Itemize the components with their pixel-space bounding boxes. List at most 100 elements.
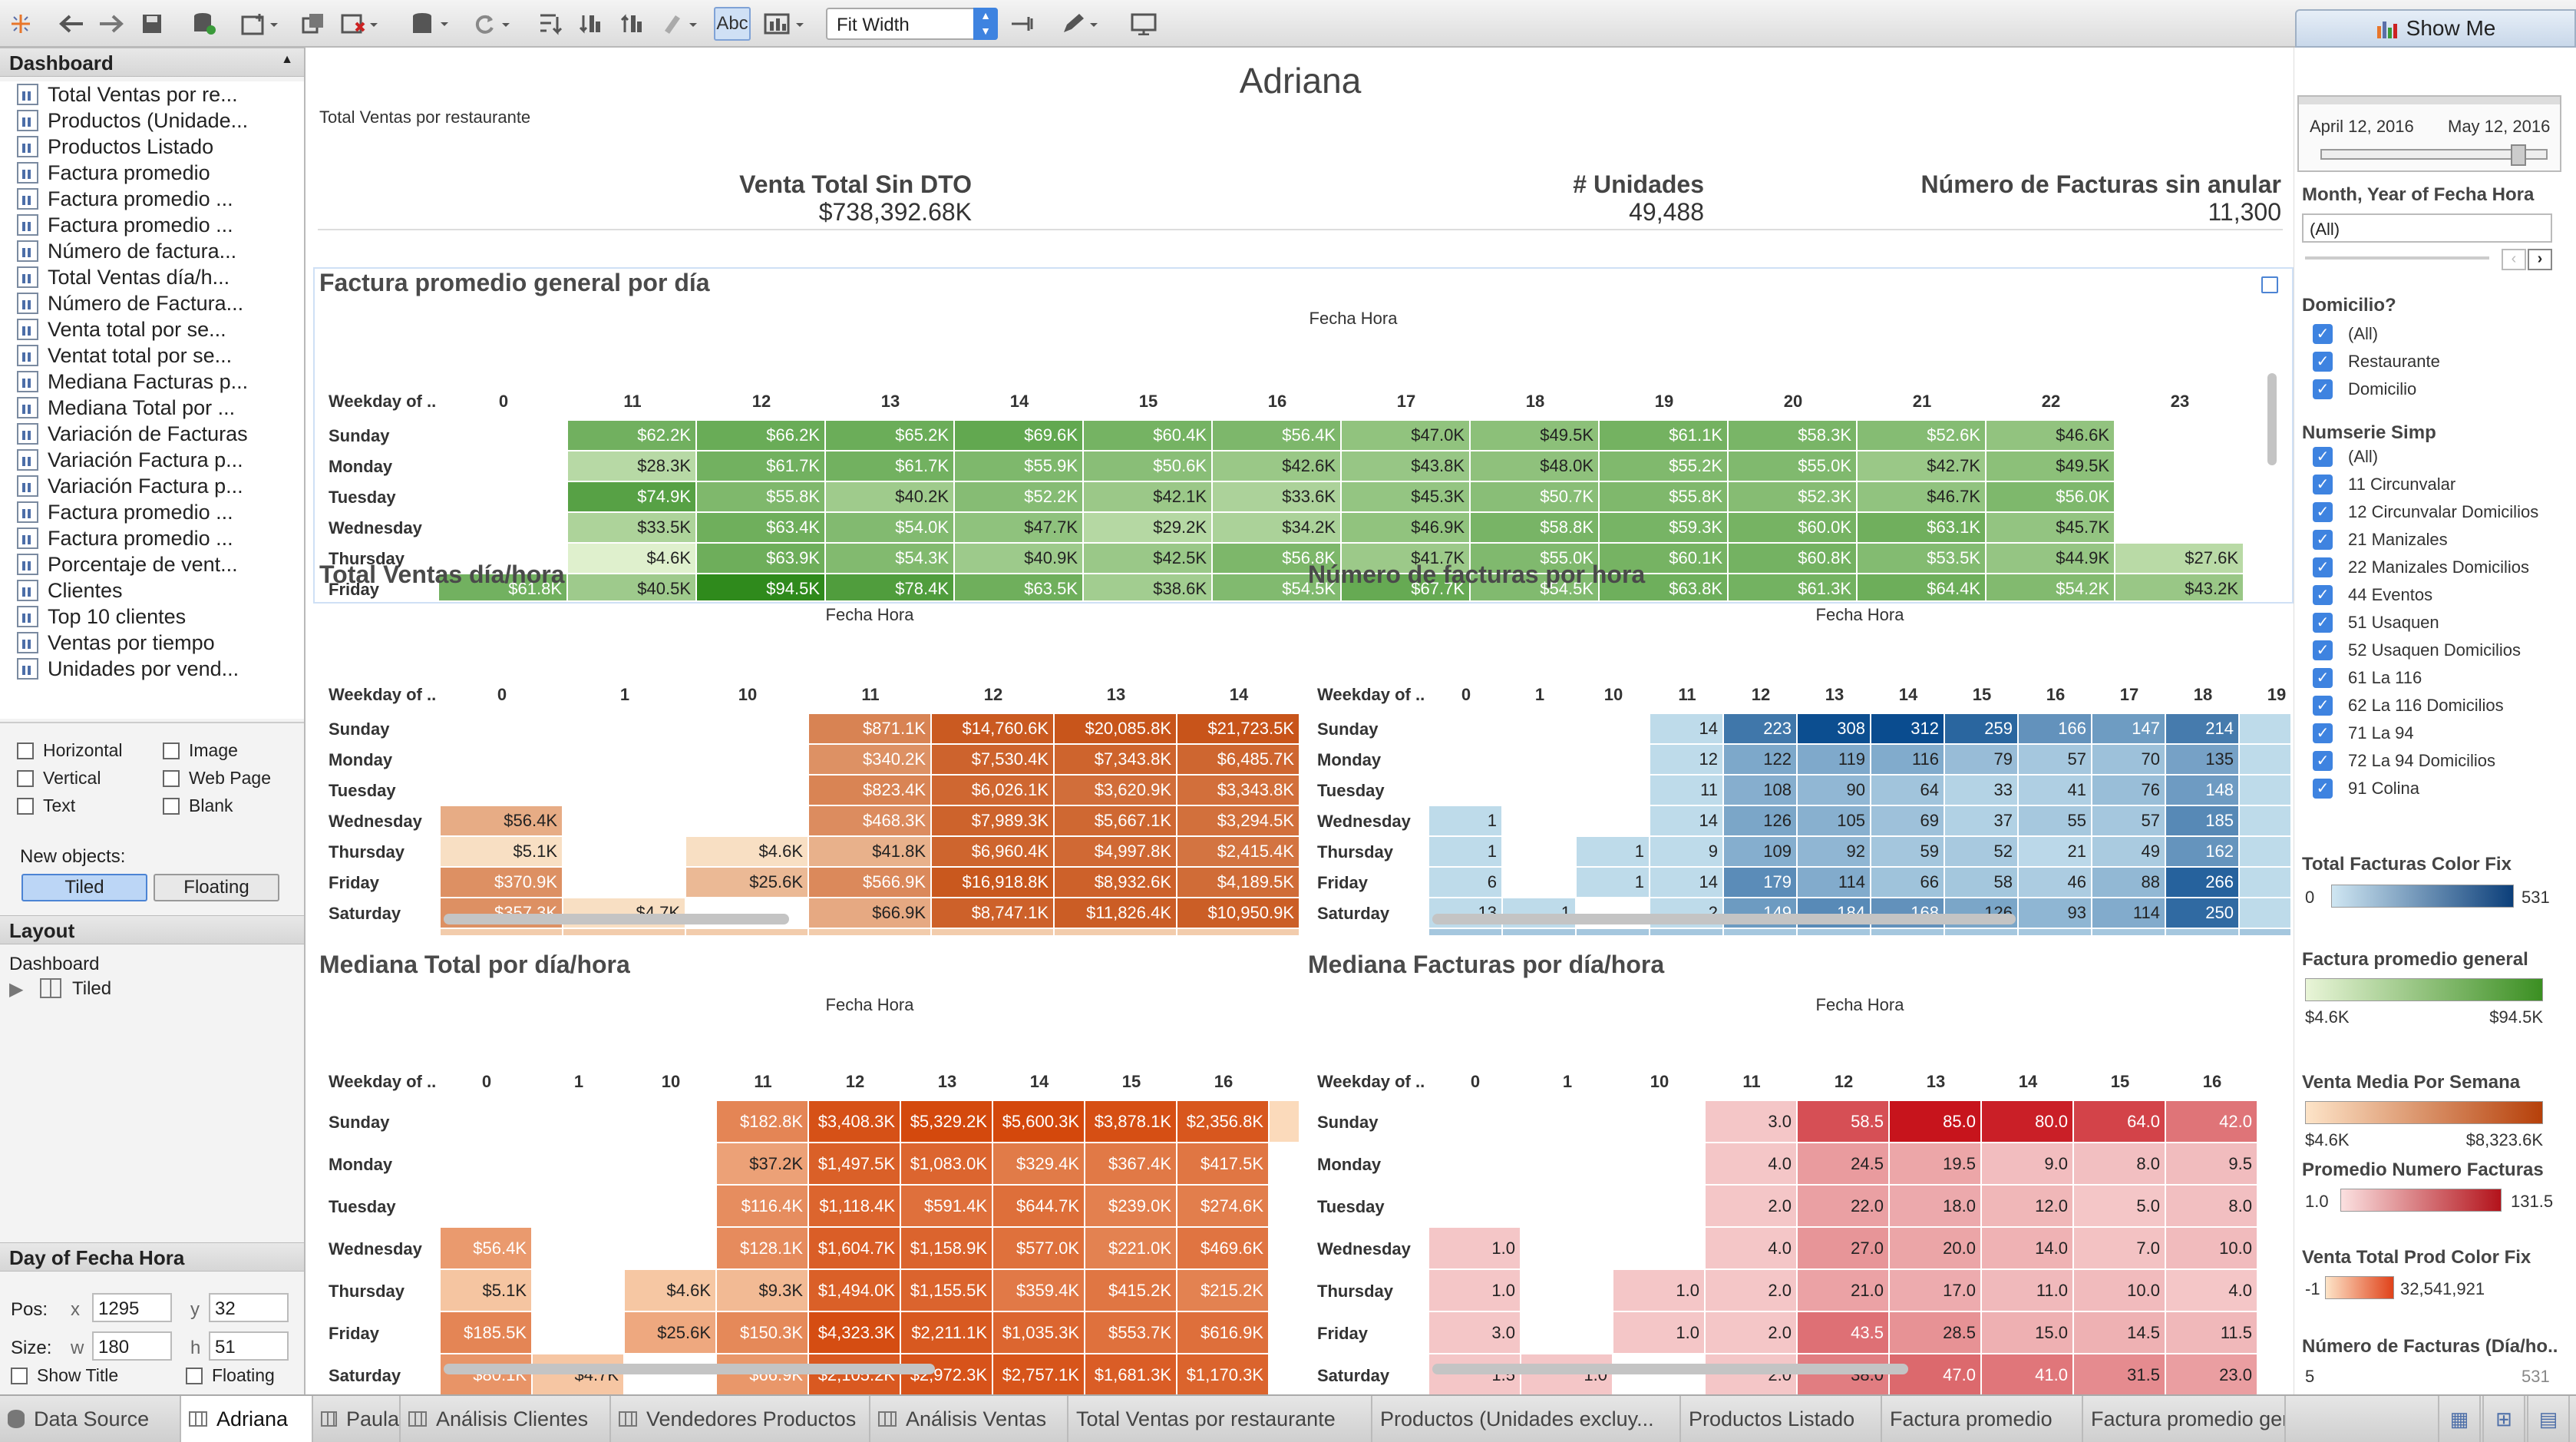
redo-icon[interactable]	[95, 9, 126, 38]
object-image[interactable]: Image	[163, 740, 238, 761]
use-as-filter-icon[interactable]	[2261, 276, 2278, 293]
sheet-item[interactable]: Porcentaje de vent...	[0, 551, 238, 577]
floating-checkbox[interactable]: Floating	[186, 1365, 275, 1386]
domicilio-option[interactable]: ✓ Domicilio	[2313, 379, 2416, 399]
sheet-item[interactable]: Ventas por tiempo	[0, 630, 215, 656]
tab-paula[interactable]: Paula	[313, 1396, 401, 1442]
swap-icon[interactable]	[534, 9, 565, 38]
sheet-item[interactable]: Venta total por se...	[0, 316, 226, 342]
new-dashboard-icon[interactable]: ⊞	[2482, 1396, 2525, 1442]
show-me-button[interactable]: Show Me	[2295, 9, 2576, 48]
sort-ascending-icon[interactable]	[576, 9, 606, 38]
fix-axes-icon[interactable]	[1007, 9, 1038, 38]
month-filter-input[interactable]: (All)	[2302, 213, 2552, 243]
tab-data-source[interactable]: Data Source	[0, 1396, 181, 1442]
object-web-page[interactable]: Web Page	[163, 768, 271, 789]
tiled-button[interactable]: Tiled	[21, 874, 147, 901]
sheet-item[interactable]: Factura promedio ...	[0, 186, 233, 212]
sheet-item[interactable]: Total Ventas día/h...	[0, 264, 230, 290]
sheet-item[interactable]: Total Ventas por re...	[0, 81, 238, 107]
sheet-item[interactable]: Factura promedio	[0, 160, 210, 186]
sheet-item[interactable]: Productos (Unidade...	[0, 107, 248, 134]
numserie-option[interactable]: ✓ (All)	[2313, 447, 2378, 467]
sheet-item[interactable]: Clientes	[0, 577, 123, 604]
floating-button[interactable]: Floating	[154, 874, 279, 901]
new-story-icon[interactable]: ▤	[2527, 1396, 2570, 1442]
duplicate-icon[interactable]	[299, 9, 327, 38]
sheet-item[interactable]: Top 10 clientes	[0, 604, 186, 630]
undo-icon[interactable]	[57, 9, 88, 38]
data-sort-icon[interactable]	[408, 9, 453, 38]
tab-factura-promedio[interactable]: Factura promedio	[1882, 1396, 2083, 1442]
sheet-item[interactable]: Factura promedio ...	[0, 525, 233, 551]
sheet-item[interactable]: Variación Factura p...	[0, 473, 243, 499]
tab-an-lisis-clientes[interactable]: Análisis Clientes	[401, 1396, 611, 1442]
sheet-item[interactable]: Unidades por vend...	[0, 656, 239, 682]
save-icon[interactable]	[138, 9, 166, 38]
tab-productos-listado[interactable]: Productos Listado	[1681, 1396, 1882, 1442]
new-worksheet-icon[interactable]	[238, 9, 282, 38]
layout-child[interactable]: Tiled	[72, 978, 111, 1000]
sheet-item[interactable]: Factura promedio ...	[0, 499, 233, 525]
new-worksheet-icon[interactable]: ▦	[2438, 1396, 2481, 1442]
clear-sheet-icon[interactable]	[338, 9, 382, 38]
date-range-filter[interactable]: April 12, 2016 May 12, 2016	[2297, 95, 2561, 172]
numserie-option[interactable]: ✓ 44 Eventos	[2313, 585, 2432, 605]
numserie-option[interactable]: ✓ 12 Circunvalar Domicilios	[2313, 502, 2538, 522]
numserie-option[interactable]: ✓ 51 Usaquen	[2313, 613, 2439, 633]
next-icon[interactable]: ›	[2528, 249, 2552, 270]
domicilio-option[interactable]: ✓ Restaurante	[2313, 352, 2440, 372]
presentation-mode-icon[interactable]	[1128, 9, 1159, 38]
sheet-item[interactable]: Mediana Total por ...	[0, 395, 235, 421]
annotate-icon[interactable]	[1058, 9, 1102, 38]
pos-x-input[interactable]: 1295	[92, 1293, 172, 1322]
numserie-option[interactable]: ✓ 61 La 116	[2313, 668, 2422, 688]
horizontal-scrollbar[interactable]	[1432, 914, 2016, 924]
tab-adriana[interactable]: Adriana	[181, 1396, 313, 1442]
tableau-logo-icon[interactable]	[8, 9, 34, 38]
tab-factura-promedio-general-p[interactable]: Factura promedio general p.	[2083, 1396, 2286, 1442]
tab-productos-unidades-excluy[interactable]: Productos (Unidades excluy...	[1372, 1396, 1681, 1442]
sheet-item[interactable]: Variación Factura p...	[0, 447, 243, 473]
numserie-option[interactable]: ✓ 11 Circunvalar	[2313, 475, 2455, 494]
object-text[interactable]: Text	[17, 795, 75, 816]
numserie-option[interactable]: ✓ 21 Manizales	[2313, 530, 2448, 550]
numserie-option[interactable]: ✓ 62 La 116 Domicilios	[2313, 696, 2504, 716]
size-h-input[interactable]: 51	[209, 1331, 289, 1361]
numserie-option[interactable]: ✓ 52 Usaquen Domicilios	[2313, 640, 2521, 660]
object-horizontal[interactable]: Horizontal	[17, 740, 123, 761]
pos-y-input[interactable]: 32	[209, 1293, 289, 1322]
sheet-item[interactable]: Productos Listado	[0, 134, 213, 160]
vertical-scrollbar[interactable]	[2267, 373, 2277, 465]
sheet-item[interactable]: Número de Factura...	[0, 290, 243, 316]
tab-vendedores-productos[interactable]: Vendedores Productos	[611, 1396, 870, 1442]
domicilio-option[interactable]: ✓ (All)	[2313, 324, 2378, 344]
sheet-item[interactable]: Variación de Facturas	[0, 421, 248, 447]
show-title-checkbox[interactable]: Show Title	[11, 1365, 118, 1386]
sheet-item[interactable]: Número de factura...	[0, 238, 236, 264]
show-labels-button[interactable]: Abc	[714, 7, 751, 41]
refresh-icon[interactable]	[470, 9, 514, 38]
month-slider[interactable]	[2305, 256, 2489, 260]
sheet-item[interactable]: Factura promedio ...	[0, 212, 233, 238]
object-blank[interactable]: Blank	[163, 795, 233, 816]
expand-icon[interactable]: ▶	[9, 978, 23, 1000]
size-w-input[interactable]: 180	[92, 1331, 172, 1361]
tab-total-ventas-por-restaurante[interactable]: Total Ventas por restaurante	[1068, 1396, 1372, 1442]
tab-an-lisis-ventas[interactable]: Análisis Ventas	[870, 1396, 1068, 1442]
horizontal-scrollbar[interactable]	[1432, 1364, 1908, 1374]
sort-descending-icon[interactable]	[617, 9, 648, 38]
numserie-option[interactable]: ✓ 71 La 94	[2313, 723, 2414, 743]
numserie-option[interactable]: ✓ 72 La 94 Domicilios	[2313, 751, 2495, 771]
slider-handle[interactable]	[2511, 144, 2526, 166]
highlight-icon[interactable]	[657, 9, 702, 38]
sheet-item[interactable]: Ventat total por se...	[0, 342, 232, 369]
panel-menu-icon[interactable]: ▲	[281, 53, 293, 67]
new-datasource-icon[interactable]	[189, 9, 220, 38]
numserie-option[interactable]: ✓ 22 Manizales Domicilios	[2313, 557, 2529, 577]
horizontal-scrollbar[interactable]	[444, 914, 789, 924]
numserie-option[interactable]: ✓ 91 Colina	[2313, 779, 2419, 799]
fit-width-select[interactable]: Fit Width ▲ ▼	[826, 8, 998, 40]
view-cards-icon[interactable]	[761, 9, 811, 38]
horizontal-scrollbar[interactable]	[444, 1364, 935, 1374]
